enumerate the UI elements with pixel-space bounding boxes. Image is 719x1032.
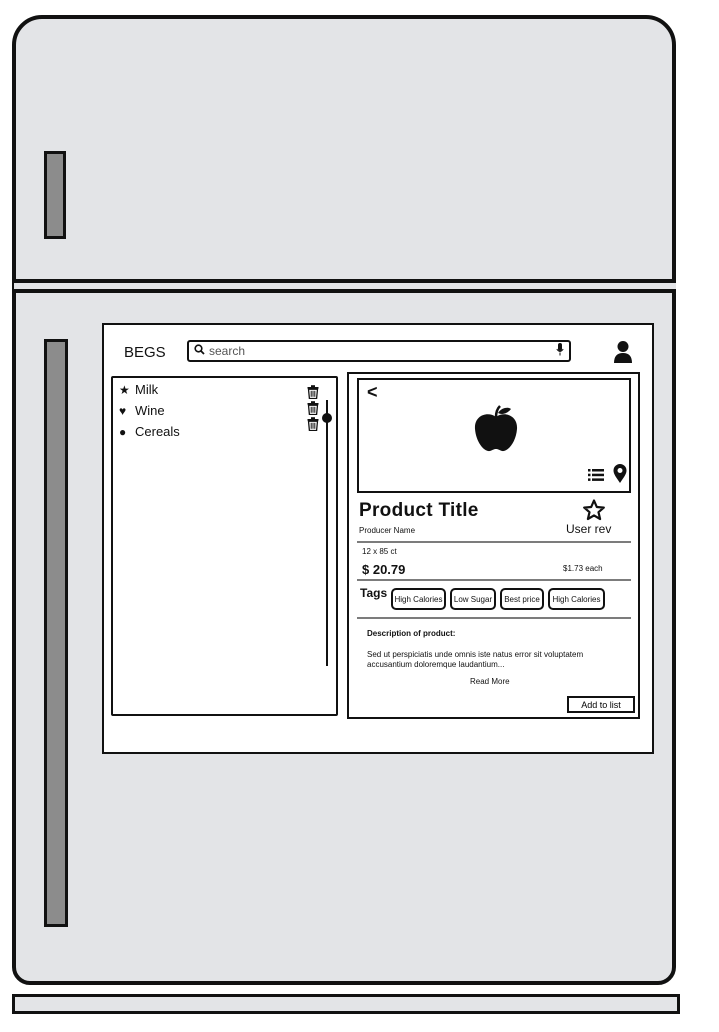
app-title: BEGS	[124, 344, 166, 361]
search-input[interactable]	[209, 343, 539, 359]
list-icon[interactable]	[588, 468, 604, 481]
trash-icon[interactable]	[307, 385, 319, 400]
add-to-list-button[interactable]: Add to list	[567, 696, 635, 713]
star-icon: ★	[119, 382, 130, 397]
list-item[interactable]: ♥ Wine	[119, 403, 165, 418]
search-icon	[194, 344, 205, 358]
scrollbar-thumb[interactable]	[322, 413, 332, 423]
user-review-link[interactable]: User rev	[566, 522, 611, 536]
star-outline-icon[interactable]	[583, 499, 605, 521]
description-title: Description of product:	[367, 629, 456, 638]
tag-chip[interactable]: Best price	[500, 588, 544, 610]
tag-chip[interactable]: Low Sugar	[450, 588, 496, 610]
fridge-door-divider	[14, 279, 676, 293]
list-item-label: Wine	[135, 403, 165, 418]
trash-icon[interactable]	[307, 417, 319, 432]
fridge-screen: BEGS ★ Milk ♥ Wine ● Cereals	[102, 323, 654, 754]
divider	[357, 579, 631, 581]
trash-icon[interactable]	[307, 401, 319, 416]
heart-icon: ♥	[119, 403, 127, 418]
tags-label: Tags	[360, 586, 388, 600]
product-image-area: <	[357, 378, 631, 493]
product-price: $ 20.79	[362, 562, 406, 577]
search-bar[interactable]	[187, 340, 571, 362]
microphone-icon[interactable]	[556, 343, 564, 359]
divider	[357, 617, 631, 619]
unit-price: $1.73 each	[563, 564, 603, 573]
back-icon[interactable]: <	[367, 382, 378, 403]
list-item-label: Milk	[135, 382, 159, 397]
divider	[357, 541, 631, 543]
apple-icon	[472, 404, 520, 454]
description-text: Sed ut perspiciatis unde omnis iste natu…	[367, 650, 584, 669]
tag-chip[interactable]: High Calories	[391, 588, 446, 610]
shopping-list-panel: ★ Milk ♥ Wine ● Cereals	[111, 376, 338, 716]
map-pin-icon[interactable]	[613, 464, 627, 484]
producer-name: Producer Name	[359, 526, 416, 535]
fridge-handle	[44, 339, 68, 927]
list-item-label: Cereals	[135, 424, 180, 439]
product-title: Product Title	[359, 500, 479, 521]
product-detail-panel: < Product Title Producer Name User rev 1…	[347, 372, 640, 719]
read-more-link[interactable]: Read More	[470, 677, 510, 686]
freezer-handle	[44, 151, 66, 239]
list-item[interactable]: ★ Milk	[119, 382, 158, 397]
circle-icon: ●	[119, 424, 127, 439]
scrollbar-track[interactable]	[326, 400, 328, 666]
product-quantity: 12 x 85 ct	[362, 547, 397, 556]
tag-chip[interactable]: High Calories	[548, 588, 605, 610]
user-profile-icon[interactable]	[613, 340, 633, 364]
list-item[interactable]: ● Cereals	[119, 424, 180, 439]
fridge-base	[12, 994, 680, 1014]
